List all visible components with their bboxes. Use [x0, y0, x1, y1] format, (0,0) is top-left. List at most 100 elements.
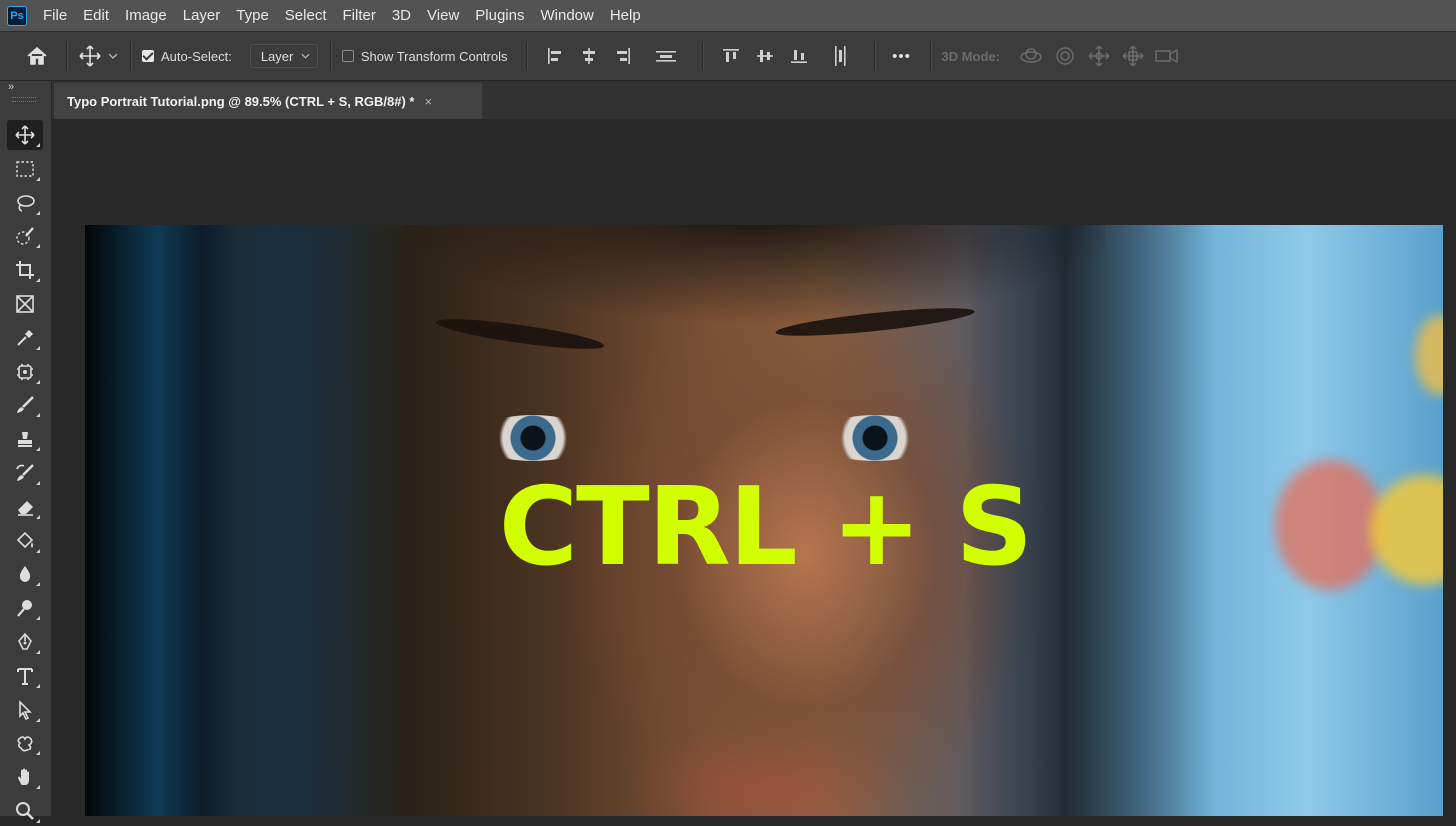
lasso-tool-icon: [17, 194, 35, 212]
tool-group-indicator: [36, 413, 40, 418]
show-transform-controls-checkbox[interactable]: [341, 50, 354, 62]
show-transform-controls-label: Show Transform Controls: [360, 48, 508, 64]
paint-bucket-tool[interactable]: [7, 526, 43, 556]
brush-tool-icon: [17, 396, 34, 414]
align-horizontal-centers-icon[interactable]: [572, 41, 606, 71]
eraser-tool-icon: [18, 500, 33, 516]
menu-filter[interactable]: Filter: [335, 0, 384, 31]
tool-group-indicator: [36, 176, 40, 181]
frame-tool[interactable]: [7, 289, 43, 319]
tools-panel: »: [0, 81, 52, 823]
history-brush-tool[interactable]: [7, 458, 43, 488]
rectangular-marquee-tool-icon: [16, 161, 34, 177]
tool-group-indicator: [36, 244, 40, 249]
left-eye: [473, 415, 593, 461]
hand-tool[interactable]: [7, 762, 43, 792]
tool-group-indicator: [36, 278, 40, 283]
custom-shape-tool-icon: [17, 736, 33, 752]
3d-roll-icon[interactable]: [1048, 41, 1082, 71]
blur-tool[interactable]: [7, 559, 43, 589]
photoshop-logo[interactable]: Ps: [7, 5, 27, 26]
spot-healing-tool-icon: [17, 363, 33, 380]
quick-selection-tool-icon: [16, 227, 34, 246]
tool-group-indicator: [36, 683, 40, 688]
clone-stamp-tool[interactable]: [7, 424, 43, 454]
align-vertical-centers-icon[interactable]: [748, 41, 782, 71]
3d-orbit-icon[interactable]: [1014, 41, 1048, 71]
rectangular-marquee-tool[interactable]: [7, 154, 43, 184]
auto-select-target-dropdown[interactable]: Layer: [249, 44, 318, 68]
menu-window[interactable]: Window: [532, 0, 601, 31]
menu-help[interactable]: Help: [602, 0, 649, 31]
paint-bucket-tool-icon: [16, 531, 34, 548]
menu-file[interactable]: File: [35, 0, 75, 31]
close-icon[interactable]: ×: [424, 94, 432, 109]
zoom-tool[interactable]: [7, 796, 43, 826]
blur-tool-icon: [19, 566, 31, 583]
chevron-down-icon[interactable]: [106, 41, 120, 71]
menu-3d[interactable]: 3D: [384, 0, 419, 31]
tool-group-indicator: [36, 481, 40, 485]
dodge-tool-icon: [17, 600, 32, 617]
spot-healing-tool[interactable]: [7, 357, 43, 387]
move-tool-preset-icon[interactable]: [78, 41, 102, 71]
collapse-panel-button[interactable]: »: [8, 81, 14, 93]
history-brush-tool-icon: [16, 464, 34, 481]
clone-stamp-tool-icon: [18, 432, 32, 448]
path-selection-tool[interactable]: [7, 695, 43, 725]
document-tab[interactable]: Typo Portrait Tutorial.png @ 89.5% (CTRL…: [54, 83, 482, 119]
auto-select-label: Auto-Select:: [161, 48, 232, 64]
custom-shape-tool[interactable]: [7, 728, 43, 758]
tool-group-indicator: [36, 717, 40, 722]
eyedropper-tool-icon: [17, 329, 33, 346]
menu-view[interactable]: View: [419, 0, 467, 31]
distribute-vertically-icon[interactable]: [644, 41, 688, 71]
align-top-edges-icon[interactable]: [714, 41, 748, 71]
menu-select[interactable]: Select: [277, 0, 335, 31]
type-tool[interactable]: [7, 661, 43, 691]
options-bar: Auto-Select: Layer Show Transform Contro…: [0, 31, 1456, 81]
menu-layer[interactable]: Layer: [175, 0, 229, 31]
canvas-headline-text[interactable]: CTRL + S: [445, 473, 1085, 583]
dodge-tool[interactable]: [7, 593, 43, 623]
3d-scale-camera-icon[interactable]: [1150, 41, 1184, 71]
tool-group-indicator: [36, 548, 40, 553]
pen-tool[interactable]: [7, 627, 43, 657]
more-options-button[interactable]: •••: [886, 48, 918, 65]
brush-tool[interactable]: [7, 390, 43, 420]
panel-grip[interactable]: [12, 97, 36, 102]
document-tab-title: Typo Portrait Tutorial.png @ 89.5% (CTRL…: [67, 93, 415, 109]
quick-selection-tool[interactable]: [7, 221, 43, 251]
3d-mode-label: 3D Mode:: [941, 48, 1001, 64]
frame-tool-icon: [16, 295, 34, 313]
3d-drag-icon[interactable]: [1082, 41, 1116, 71]
portrait-image[interactable]: CTRL + S: [85, 225, 1443, 816]
zoom-tool-icon: [16, 802, 34, 820]
path-selection-tool-icon: [19, 699, 32, 720]
auto-select-checkbox[interactable]: [142, 50, 154, 62]
document-tab-bar: Typo Portrait Tutorial.png @ 89.5% (CTRL…: [52, 81, 1456, 119]
eyedropper-tool[interactable]: [7, 323, 43, 353]
crop-tool[interactable]: [7, 255, 43, 285]
distribute-horizontally-icon[interactable]: [820, 41, 860, 71]
align-right-edges-icon[interactable]: [606, 41, 640, 71]
hand-tool-icon: [18, 768, 29, 786]
right-eye: [815, 415, 935, 461]
move-tool[interactable]: [7, 120, 43, 150]
home-icon[interactable]: [24, 41, 50, 71]
pen-tool-icon: [18, 632, 32, 650]
menu-edit[interactable]: Edit: [75, 0, 117, 31]
eraser-tool[interactable]: [7, 492, 43, 522]
menu-image[interactable]: Image: [117, 0, 175, 31]
move-tool-icon: [15, 125, 35, 145]
tool-group-indicator: [36, 650, 40, 654]
3d-slide-icon[interactable]: [1116, 41, 1150, 71]
menu-type[interactable]: Type: [228, 0, 277, 31]
align-bottom-edges-icon[interactable]: [782, 41, 816, 71]
type-tool-icon: [17, 667, 33, 685]
lasso-tool[interactable]: [7, 188, 43, 218]
menu-plugins[interactable]: Plugins: [467, 0, 532, 31]
align-left-edges-icon[interactable]: [538, 41, 572, 71]
tool-group-indicator: [36, 616, 40, 621]
tool-group-indicator: [36, 210, 40, 215]
